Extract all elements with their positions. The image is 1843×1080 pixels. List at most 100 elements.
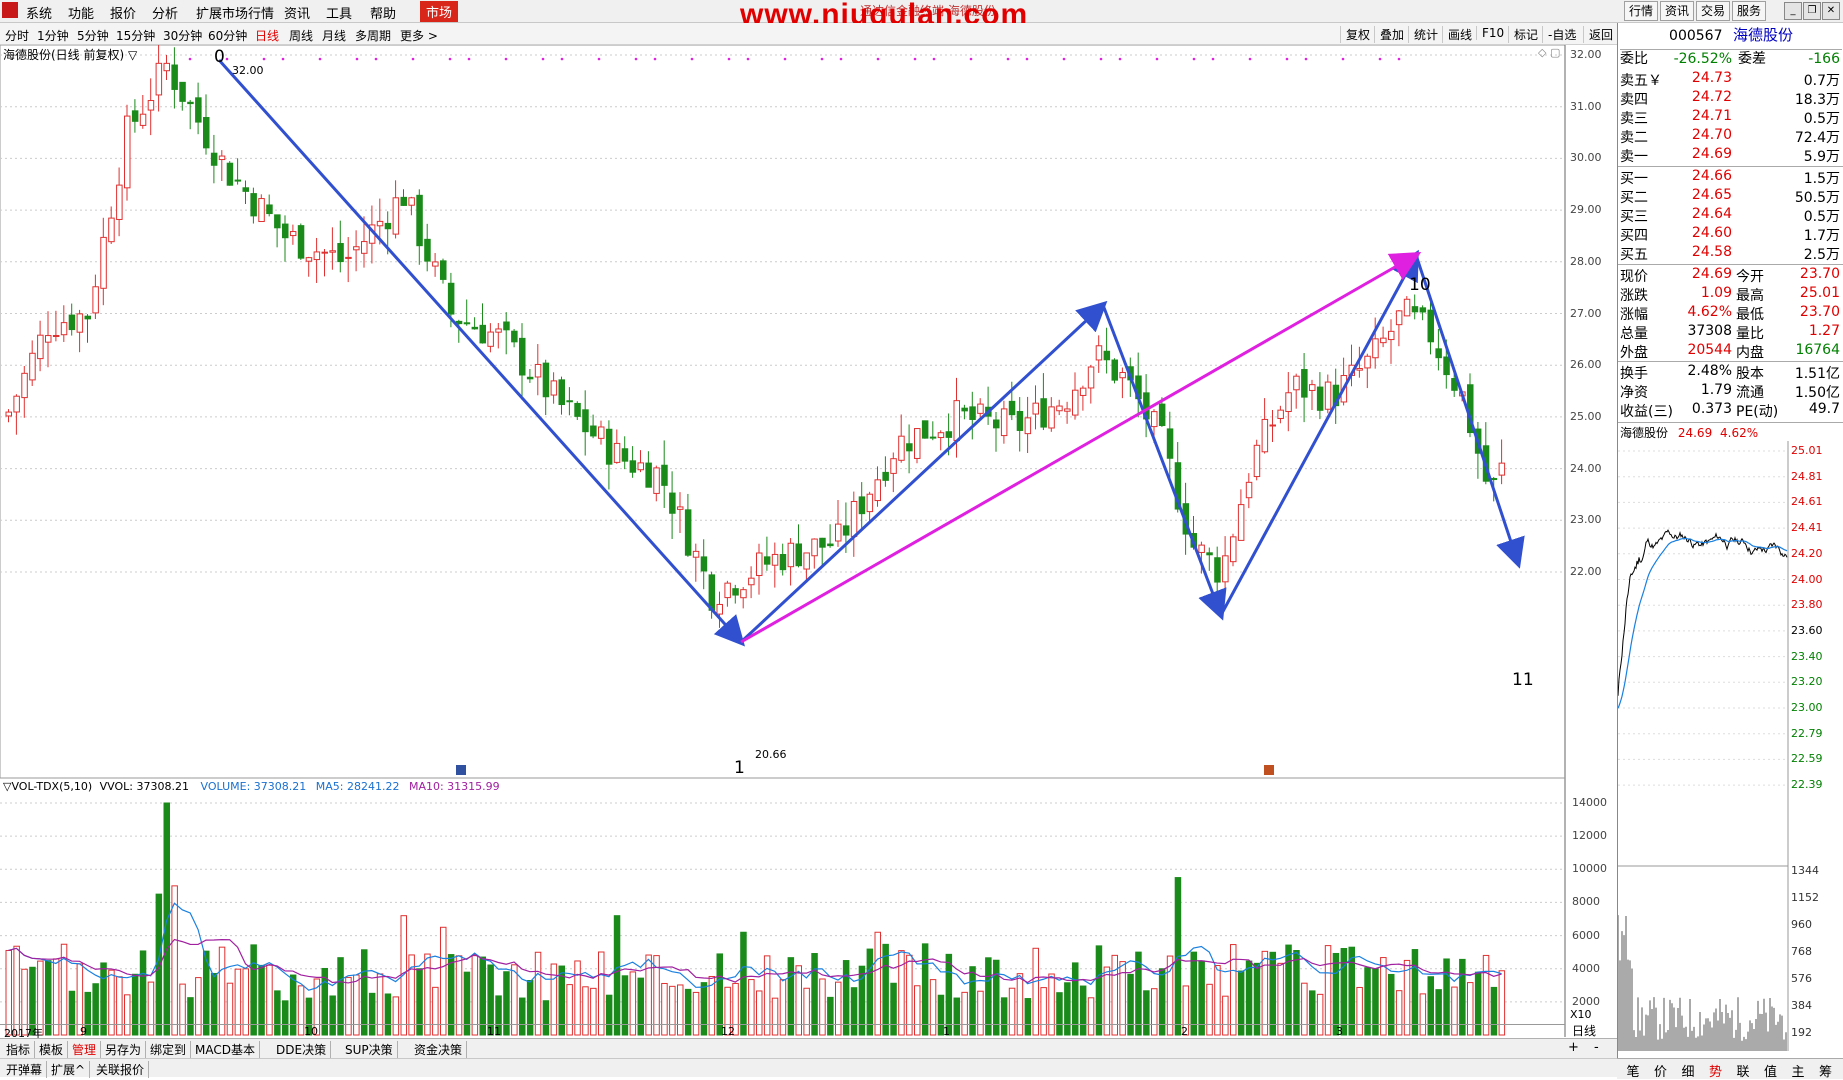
candle-up <box>92 286 99 314</box>
menu-quote[interactable]: 报价 <box>110 3 136 22</box>
minimize-icon[interactable]: _ <box>1784 2 1802 20</box>
top-button-market[interactable]: 行情 <box>1624 1 1658 21</box>
candle-up <box>811 538 818 557</box>
period-timeshare[interactable]: 分时 <box>5 27 29 44</box>
period-multi[interactable]: 多周期 <box>355 27 391 44</box>
mini-price-tick: 25.01 <box>1791 444 1823 457</box>
candle-up <box>1261 418 1269 453</box>
indicator-tab[interactable]: 模板 <box>35 1041 69 1058</box>
indicator-tab[interactable]: 指标 <box>2 1041 36 1058</box>
period-monthly[interactable]: 月线 <box>322 27 346 44</box>
close-icon[interactable]: ✕ <box>1822 2 1840 20</box>
bottom-tool-tab[interactable]: 扩展^ <box>47 1061 91 1078</box>
ask-volume: 0.5万 <box>1803 111 1840 127</box>
tool-stats[interactable]: 统计 <box>1408 26 1438 43</box>
signal-dot <box>1099 57 1103 61</box>
bottom-tool-tab[interactable]: 关联报价 <box>92 1061 150 1078</box>
ask-price: 24.72 <box>1691 89 1732 105</box>
quote-tab[interactable]: 筹 <box>1814 1061 1838 1080</box>
period-30min[interactable]: 30分钟 <box>163 27 202 44</box>
top-button-service[interactable]: 服务 <box>1732 1 1766 21</box>
kline-chart[interactable] <box>0 45 1617 1038</box>
candle-down <box>210 152 218 166</box>
indicator-tab[interactable]: MACD基本 <box>191 1041 260 1058</box>
signal-dot <box>653 57 657 61</box>
candle-up <box>1079 387 1087 396</box>
candle-up <box>550 380 558 396</box>
top-button-trade[interactable]: 交易 <box>1696 1 1730 21</box>
signal-dot <box>188 57 192 61</box>
volume-bar-up <box>218 946 226 1036</box>
menu-extended-market[interactable]: 扩展市场行情 <box>196 3 274 22</box>
stat-label: 最高 <box>1736 288 1764 304</box>
tool-fuquan[interactable]: 复权 <box>1340 26 1370 43</box>
quote-tab[interactable]: 联 <box>1731 1061 1755 1080</box>
menu-system[interactable]: 系统 <box>26 3 52 22</box>
signal-dot <box>1062 57 1066 61</box>
period-5min[interactable]: 5分钟 <box>77 27 109 44</box>
volume-bar-down <box>740 931 747 1036</box>
ask-price: 24.69 <box>1691 146 1732 162</box>
price-tick-label: 23.00 <box>1570 513 1602 527</box>
indicator-tab[interactable]: SUP决策 <box>341 1041 398 1058</box>
mini-volume-tick: 1152 <box>1791 891 1819 904</box>
menu-analysis[interactable]: 分析 <box>152 3 178 22</box>
volume-indicator-name[interactable]: ▽VOL-TDX(5,10) <box>3 780 92 793</box>
menu-function[interactable]: 功能 <box>68 3 94 22</box>
indicator-tab[interactable]: 管理 <box>68 1041 102 1058</box>
period-60min[interactable]: 60分钟 <box>208 27 247 44</box>
restore-icon[interactable]: ❐ <box>1803 2 1821 20</box>
ask-price: 24.71 <box>1691 108 1732 124</box>
tool-mark[interactable]: 标记 <box>1508 26 1538 43</box>
zoom-out-icon[interactable]: - <box>1594 1040 1599 1055</box>
stat-label: 收益(三) <box>1620 404 1673 420</box>
tool-add-watchlist[interactable]: -自选 <box>1542 26 1576 43</box>
quote-tab[interactable]: 笔 <box>1621 1061 1645 1080</box>
candle-up <box>1269 424 1276 427</box>
indicator-tab[interactable]: 绑定到 <box>146 1041 192 1058</box>
signal-dot <box>318 57 322 61</box>
stock-name[interactable]: 海德股份 <box>1733 26 1793 44</box>
quote-tab[interactable]: 细 <box>1676 1061 1700 1080</box>
period-weekly[interactable]: 周线 <box>289 27 313 44</box>
signal-dot <box>374 57 378 61</box>
signal-dot <box>560 57 564 61</box>
tool-f10[interactable]: F10 <box>1476 26 1504 40</box>
menu-help[interactable]: 帮助 <box>370 3 396 22</box>
quote-tab[interactable]: 主 <box>1786 1061 1810 1080</box>
top-button-news[interactable]: 资讯 <box>1660 1 1694 21</box>
period-daily[interactable]: 日线 <box>255 27 279 44</box>
event-marker-icon[interactable] <box>1264 765 1274 775</box>
menu-news[interactable]: 资讯 <box>284 3 310 22</box>
weibi-row: 委比 -26.52% 委差 -166 <box>1620 49 1842 69</box>
candle-up <box>653 467 660 494</box>
quote-tab[interactable]: 价 <box>1649 1061 1673 1080</box>
tool-draw[interactable]: 画线 <box>1442 26 1472 43</box>
period-1min[interactable]: 1分钟 <box>37 27 69 44</box>
volume-bar-up <box>1324 945 1332 1036</box>
stat-label: 股本 <box>1736 366 1764 382</box>
zoom-in-icon[interactable]: + <box>1568 1040 1579 1055</box>
bottom-tool-tab[interactable]: 开弹幕 <box>2 1061 48 1078</box>
period-more[interactable]: 更多 > <box>400 27 438 44</box>
menu-market[interactable]: 市场 <box>420 1 459 22</box>
signal-dot <box>467 57 471 61</box>
candle-down <box>1443 356 1450 376</box>
period-15min[interactable]: 15分钟 <box>116 27 155 44</box>
candle-up <box>408 197 415 206</box>
quote-tab[interactable]: 势 <box>1704 1061 1728 1080</box>
indicator-tab[interactable]: DDE决策 <box>272 1041 332 1058</box>
indicator-tab[interactable]: 另存为 <box>101 1041 147 1058</box>
signal-dot <box>1248 57 1252 61</box>
chart-settings-icon[interactable]: ◇ ▢ <box>1538 46 1560 59</box>
tool-overlay[interactable]: 叠加 <box>1374 26 1404 43</box>
candle-up <box>163 62 170 72</box>
event-marker-icon[interactable] <box>456 765 466 775</box>
tool-back[interactable]: 返回 <box>1583 26 1613 43</box>
candle-down <box>669 492 676 514</box>
indicator-tab[interactable]: 资金决策 <box>410 1041 468 1058</box>
quote-tab[interactable]: 值 <box>1759 1061 1783 1080</box>
bid-label: 买二 <box>1620 190 1648 206</box>
candle-up <box>329 250 336 253</box>
menu-tools[interactable]: 工具 <box>326 3 352 22</box>
